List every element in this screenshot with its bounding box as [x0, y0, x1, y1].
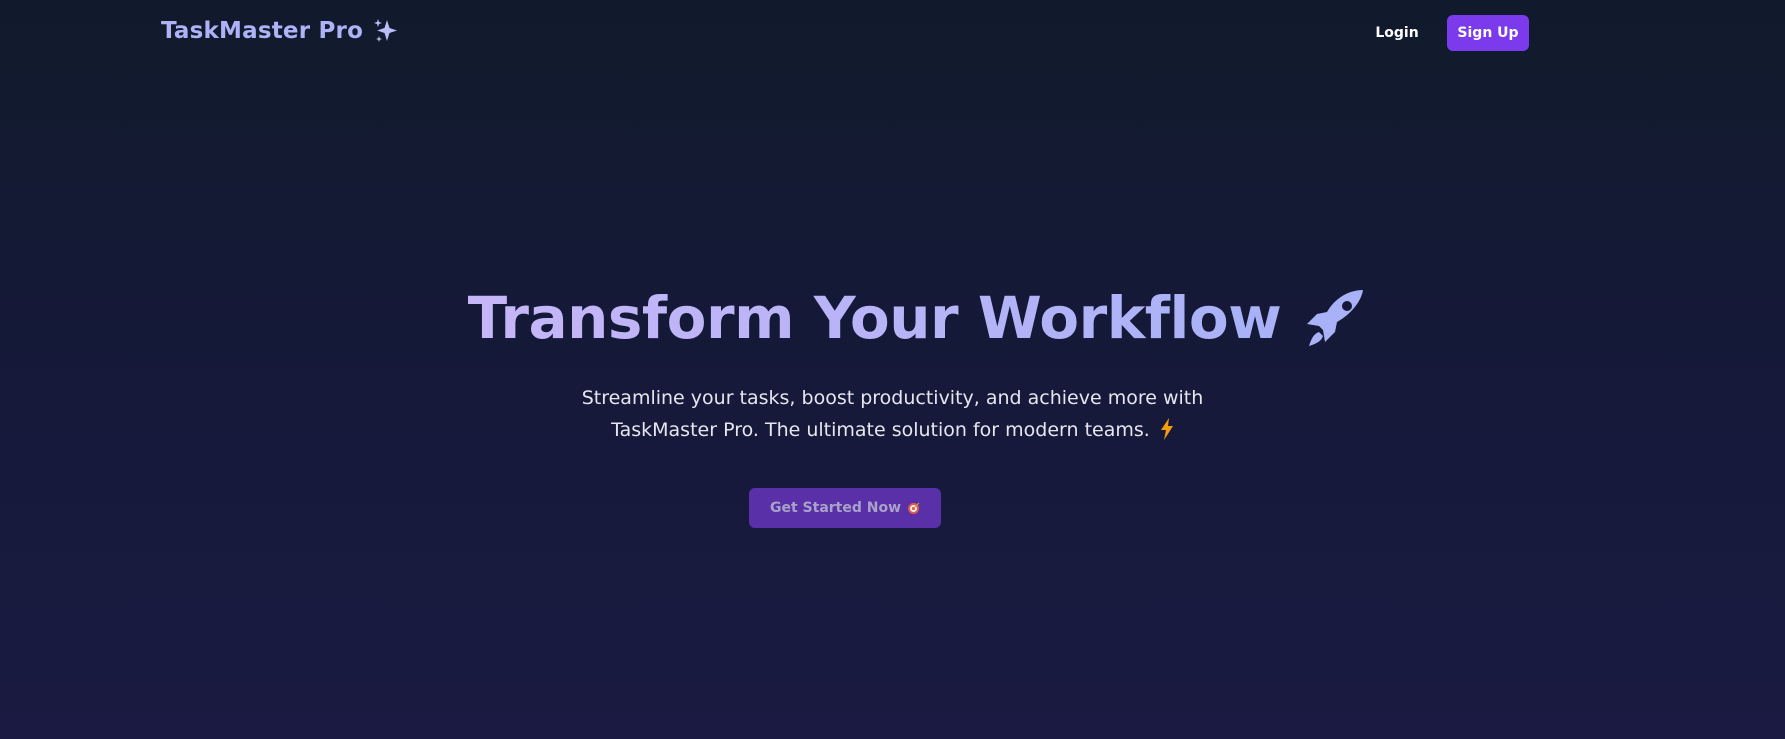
lightning-bolt-icon — [1160, 418, 1173, 440]
hero-title: Transform Your Workflow — [468, 280, 1282, 356]
hero-section: Transform Your Workflow Streamline your … — [0, 280, 1785, 441]
get-started-label: Get Started Now — [769, 500, 902, 516]
hero-subtitle-text: Streamline your tasks, boost productivit… — [581, 387, 1204, 441]
brand-logo[interactable]: TaskMaster Pro — [161, 18, 399, 44]
hero-subtitle: Streamline your tasks, boost productivit… — [0, 382, 1785, 446]
brand-name: TaskMaster Pro — [161, 18, 364, 44]
login-button[interactable]: Login — [1360, 15, 1434, 51]
sparkles-icon — [374, 19, 398, 42]
get-started-button[interactable]: Get Started Now — [749, 488, 941, 528]
hero-title-row: Transform Your Workflow — [50, 280, 1785, 356]
rocket-icon — [1307, 290, 1364, 346]
top-navbar: TaskMaster Pro Login Sign Up — [0, 0, 1785, 66]
sign-up-button[interactable]: Sign Up — [1447, 15, 1529, 51]
target-icon — [908, 502, 920, 514]
